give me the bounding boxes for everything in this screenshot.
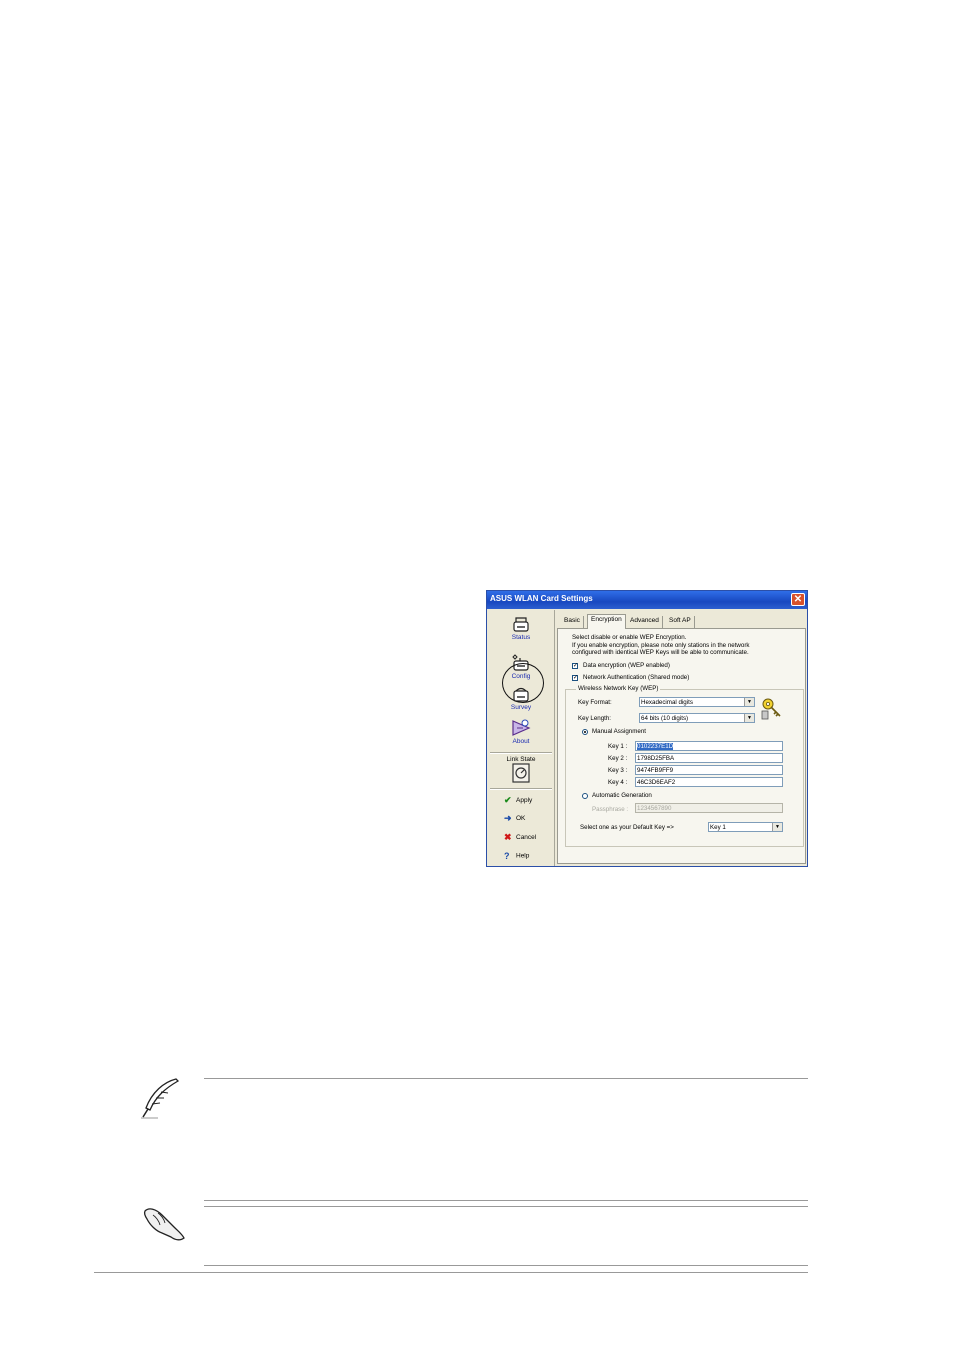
apply-button[interactable]: ✔ Apply: [504, 795, 532, 806]
key-4-input[interactable]: 46C3D6EAF2: [635, 777, 783, 787]
key-length-value: 64 bits (10 digits): [641, 715, 689, 722]
survey-card-icon: [513, 687, 529, 702]
apply-label: Apply: [516, 797, 533, 805]
caution-divider-top: [204, 1200, 808, 1201]
nav-status-label: Status: [511, 634, 531, 641]
key-length-label: Key Length:: [578, 715, 612, 722]
pointing-hand-icon: [143, 1208, 185, 1241]
nav-survey-label: Survey: [510, 704, 532, 711]
ok-icon: ➜: [504, 813, 512, 823]
network-auth-checkbox[interactable]: ✓: [572, 675, 578, 681]
caution-divider-bottom: [204, 1265, 808, 1266]
wlan-settings-dialog: ASUS WLAN Card Settings ✕ Status Config: [486, 590, 808, 867]
key-format-value: Hexadecimal digits: [641, 699, 693, 706]
note-divider: [204, 1078, 808, 1079]
feather-pen-icon: [141, 1078, 180, 1119]
data-encryption-label: Data encryption (WEP enabled): [583, 662, 670, 669]
nav-about[interactable]: About: [488, 719, 554, 745]
chevron-down-icon: ▼: [772, 823, 782, 831]
key-length-select[interactable]: 64 bits (10 digits) ▼: [639, 713, 755, 723]
keys-icon: [761, 698, 781, 720]
nav-link-state[interactable]: Link State: [488, 756, 554, 783]
key-1-value: 0102237E1D: [637, 743, 674, 750]
nav-about-label: About: [512, 738, 530, 745]
nav-divider: [490, 788, 552, 790]
nav-status[interactable]: Status: [488, 617, 554, 641]
key-format-select[interactable]: Hexadecimal digits ▼: [639, 697, 755, 707]
chevron-down-icon: ▼: [744, 698, 754, 706]
default-key-value: Key 1: [710, 824, 726, 831]
title-bar[interactable]: ASUS WLAN Card Settings ✕: [487, 591, 807, 609]
tab-soft-ap[interactable]: Soft AP: [666, 616, 695, 628]
encryption-panel: Select disable or enable WEP Encryption.…: [557, 628, 806, 864]
nav-survey[interactable]: Survey: [488, 687, 554, 711]
automatic-generation-radio[interactable]: [582, 793, 588, 799]
data-encryption-checkbox[interactable]: ✓: [572, 663, 578, 669]
intro-text-3: configured with identical WEP Keys will …: [572, 649, 749, 656]
about-icon: [512, 719, 531, 736]
wlan-card-icon: [513, 617, 529, 632]
help-button[interactable]: ? Help: [504, 851, 529, 861]
help-label: Help: [516, 852, 530, 860]
tab-encryption[interactable]: Encryption: [587, 614, 626, 629]
sidebar-nav: Status Config Survey About Link State ✔ …: [488, 610, 555, 866]
key-format-label: Key Format:: [578, 699, 612, 706]
key-1-input[interactable]: 0102237E1D: [635, 741, 783, 751]
manual-assignment-label: Manual Assignment: [592, 728, 646, 735]
nav-divider: [490, 752, 552, 754]
key-1-label: Key 1 :: [608, 743, 628, 750]
checkmark-icon: ✔: [504, 795, 512, 805]
cancel-button[interactable]: ✖ Cancel: [504, 832, 536, 843]
intro-text-2: If you enable encryption, please note on…: [572, 642, 750, 649]
tab-advanced[interactable]: Advanced: [627, 616, 663, 628]
key-3-input[interactable]: 9474FB9FF9: [635, 765, 783, 775]
automatic-generation-label: Automatic Generation: [592, 792, 652, 799]
network-auth-label: Network Authentication (Shared mode): [583, 674, 690, 681]
nav-link-state-label: Link State: [506, 756, 536, 763]
cancel-label: Cancel: [516, 834, 537, 842]
chevron-down-icon: ▼: [744, 714, 754, 722]
default-key-select[interactable]: Key 1 ▼: [708, 822, 783, 832]
caution-divider-top-2: [204, 1206, 808, 1207]
default-key-label: Select one as your Default Key =>: [580, 824, 674, 831]
close-button[interactable]: ✕: [791, 593, 805, 606]
passphrase-input[interactable]: 1234567890: [635, 803, 783, 813]
key-2-input[interactable]: 1798D25FBA: [635, 753, 783, 763]
ok-label: OK: [516, 815, 526, 823]
key-4-label: Key 4 :: [608, 779, 628, 786]
page-footer-rule: [94, 1272, 808, 1273]
ok-button[interactable]: ➜ OK: [504, 813, 525, 824]
help-question-icon: ?: [504, 851, 510, 861]
passphrase-label: Passphrase :: [592, 806, 629, 813]
dialog-title: ASUS WLAN Card Settings: [490, 594, 593, 603]
link-state-icon: [512, 763, 530, 783]
intro-text-1: Select disable or enable WEP Encryption.: [572, 634, 687, 641]
cancel-x-icon: ✖: [504, 832, 512, 842]
wep-group-title: Wireless Network Key (WEP): [576, 685, 661, 692]
key-3-label: Key 3 :: [608, 767, 628, 774]
tab-basic[interactable]: Basic: [561, 616, 584, 628]
manual-assignment-radio[interactable]: [582, 729, 588, 735]
key-2-label: Key 2 :: [608, 755, 628, 762]
